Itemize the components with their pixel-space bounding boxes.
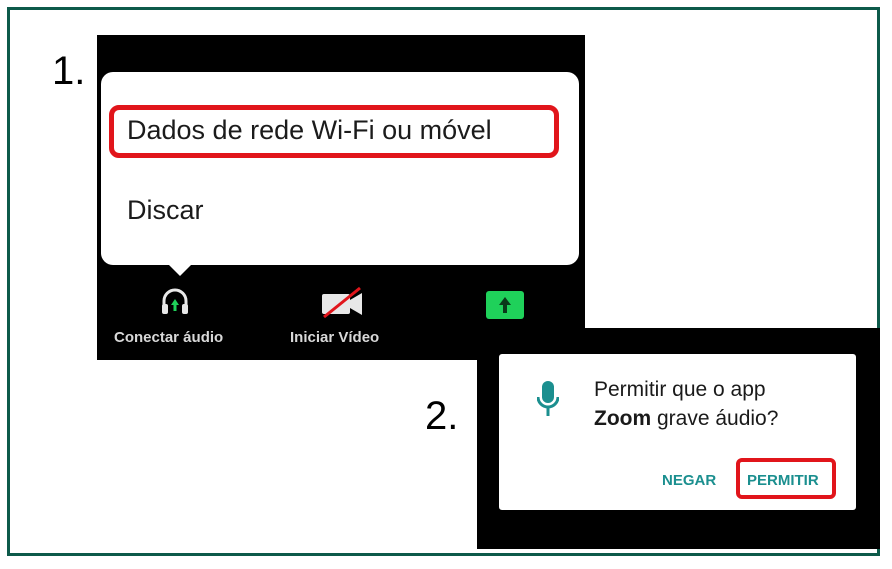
toolbar-label-start-video[interactable]: Iniciar Vídeo xyxy=(290,329,379,346)
step-1-label: 1. xyxy=(52,49,86,93)
permission-message-line2: Zoom grave áudio? xyxy=(594,404,778,433)
menu-pointer xyxy=(166,262,194,276)
share-icon[interactable] xyxy=(486,291,524,319)
app-name: Zoom xyxy=(594,407,652,430)
microphone-icon xyxy=(537,381,559,416)
menu-item-dial[interactable]: Discar xyxy=(127,195,204,226)
wifi-data-highlight xyxy=(109,105,559,158)
permission-message-line1: Permitir que o app xyxy=(594,378,766,401)
audio-options-menu xyxy=(101,72,579,265)
step-2-label: 2. xyxy=(425,394,459,438)
headphone-icon[interactable] xyxy=(160,286,190,316)
permission-message-rest: grave áudio? xyxy=(651,407,779,430)
deny-button[interactable]: NEGAR xyxy=(662,472,716,489)
allow-highlight xyxy=(736,458,836,499)
video-off-icon[interactable] xyxy=(320,286,364,318)
permission-message: Permitir que o app Zoom grave áudio? xyxy=(594,375,778,433)
toolbar-label-connect-audio[interactable]: Conectar áudio xyxy=(114,329,223,346)
